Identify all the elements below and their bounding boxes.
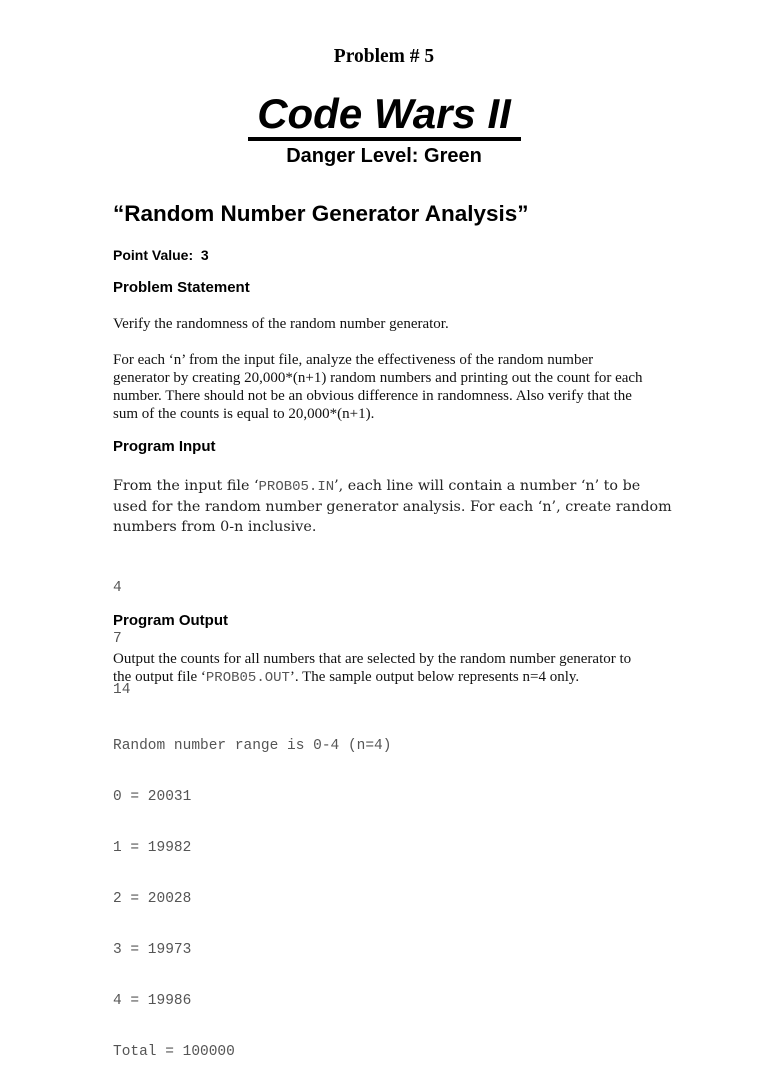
point-value: Point Value: 3 — [113, 247, 209, 263]
statement-line: For each ‘n’ from the input file, analyz… — [113, 352, 594, 368]
sample-output-block: Random number range is 0-4 (n=4) 0 = 200… — [113, 704, 391, 1078]
output-paragraph: Output the counts for all numbers that a… — [113, 650, 631, 687]
sample-output-line: 4 = 19986 — [113, 993, 192, 1009]
output-text: ’. The sample output below represents n=… — [289, 669, 580, 685]
problem-number: Problem # 5 — [333, 46, 435, 67]
program-output-heading: Program Output — [113, 612, 228, 629]
sample-output-line: 3 = 19973 — [113, 942, 192, 958]
output-text: the output file ‘ — [113, 669, 206, 685]
output-line: Output the counts for all numbers that a… — [113, 651, 632, 667]
sample-output-line: 2 = 20028 — [113, 891, 192, 907]
input-paragraph: From the input file ‘PROB05.IN’, each li… — [113, 476, 672, 537]
title-underline — [248, 137, 521, 141]
input-filename: PROB05.IN — [258, 479, 335, 495]
statement-line: sum of the counts is equal to 20,000*(n+… — [113, 406, 375, 422]
input-text: From the input file ‘ — [113, 478, 259, 494]
input-line: From the input file ‘PROB05.IN’, each li… — [113, 476, 672, 497]
input-text: ’, each line will contain a number ‘n’ t… — [334, 478, 641, 494]
sample-input-value: 7 — [113, 631, 122, 647]
sample-input-block: 4 7 14 — [113, 546, 130, 716]
contest-title: Code Wars II — [257, 90, 511, 137]
input-line: used for the random number generator ana… — [113, 499, 672, 515]
statement-intro: Verify the randomness of the random numb… — [113, 316, 449, 332]
input-line: numbers from 0-n inclusive. — [113, 519, 317, 535]
output-filename: PROB05.OUT — [205, 670, 290, 686]
statement-line: generator by creating 20,000*(n+1) rando… — [113, 370, 643, 386]
sample-output-line: Random number range is 0-4 (n=4) — [113, 738, 392, 754]
statement-paragraph: For each ‘n’ from the input file, analyz… — [113, 351, 643, 423]
output-line: the output file ‘PROB05.OUT’. The sample… — [113, 668, 631, 687]
problem-title: “Random Number Generator Analysis” — [113, 201, 529, 226]
sample-input-value: 4 — [113, 580, 122, 596]
sample-output-line: 1 = 19982 — [113, 840, 192, 856]
danger-level: Danger Level: Green — [286, 145, 482, 167]
statement-line: number. There should not be an obvious d… — [113, 388, 632, 404]
sample-output-line: Total = 100000 — [113, 1044, 235, 1060]
sample-output-line: 0 = 20031 — [113, 789, 192, 805]
program-input-heading: Program Input — [113, 438, 216, 455]
problem-statement-heading: Problem Statement — [113, 279, 250, 296]
